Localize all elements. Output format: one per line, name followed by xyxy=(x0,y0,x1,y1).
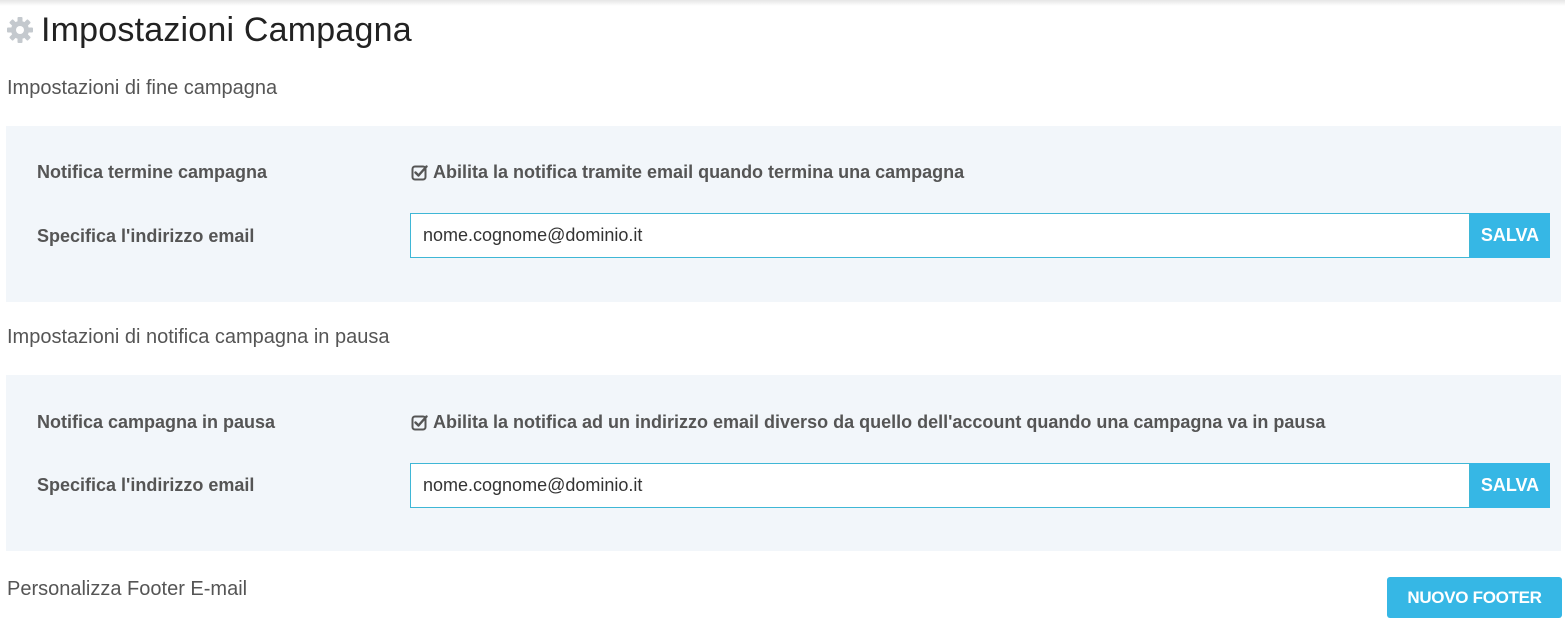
notify-label: Notifica campagna in pausa xyxy=(37,412,276,432)
paused-campaign-notify-checkbox[interactable]: Abilita la notifica ad un indirizzo emai… xyxy=(411,412,1325,433)
new-footer-button[interactable]: NUOVO FOOTER xyxy=(1387,577,1562,618)
page-header: Impostazioni Campagna xyxy=(6,8,412,52)
section-title-footer: Personalizza Footer E-mail xyxy=(7,578,248,600)
checked-checkbox-icon[interactable] xyxy=(411,164,428,181)
checked-checkbox-icon[interactable] xyxy=(411,414,428,431)
email-input[interactable] xyxy=(410,213,1470,258)
email-label: Specifica l'indirizzo email xyxy=(37,475,255,495)
gear-icon xyxy=(6,16,34,44)
save-button[interactable]: SALVA xyxy=(1470,463,1550,508)
section-title-paused-campaign: Impostazioni di notifica campagna in pau… xyxy=(7,326,390,348)
email-input-group: SALVA xyxy=(410,463,1550,508)
email-label: Specifica l'indirizzo email xyxy=(37,226,255,246)
save-button[interactable]: SALVA xyxy=(1470,213,1550,258)
email-input-group: SALVA xyxy=(410,213,1550,258)
notify-label: Notifica termine campagna xyxy=(37,162,268,182)
end-campaign-notify-checkbox[interactable]: Abilita la notifica tramite email quando… xyxy=(411,162,964,183)
email-input[interactable] xyxy=(410,463,1470,508)
page-title: Impostazioni Campagna xyxy=(41,10,412,49)
checkbox-label: Abilita la notifica ad un indirizzo emai… xyxy=(433,412,1326,432)
paused-campaign-panel: Notifica campagna in pausa Abilita la no… xyxy=(6,375,1561,551)
checkbox-label: Abilita la notifica tramite email quando… xyxy=(433,162,965,182)
top-shadow xyxy=(0,0,1565,6)
section-title-end-campaign: Impostazioni di fine campagna xyxy=(7,77,278,99)
end-campaign-panel: Notifica termine campagna Abilita la not… xyxy=(6,126,1561,302)
